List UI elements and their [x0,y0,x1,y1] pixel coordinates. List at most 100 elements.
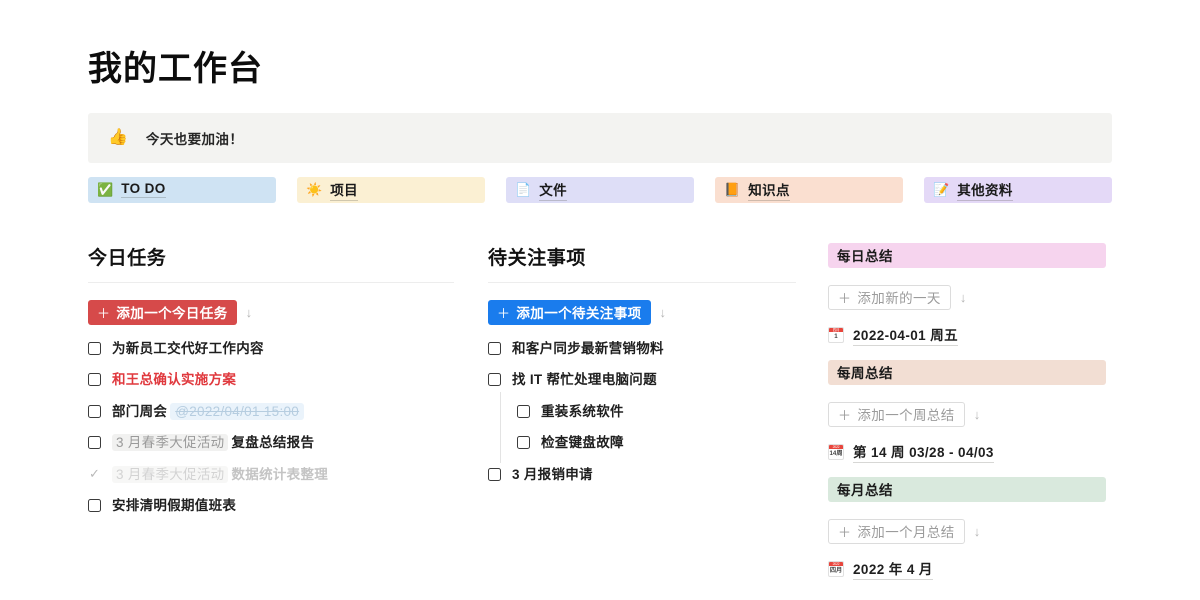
tab-label: 知识点 [748,179,790,201]
panel-header: 每周总结 [828,360,1106,385]
task-label: 和客户同步最新营销物料 [512,341,664,356]
panel-header: 每月总结 [828,477,1106,502]
summary-panel: 每周总结 ＋ 添加一个周总结 ↓ 202214周第 14 周 03/28 - 04/03 [828,360,1106,463]
task-text: 找 IT 帮忙处理电脑问题 [512,370,657,390]
task-checkbox[interactable] [488,342,501,355]
task-checkbox[interactable] [517,436,530,449]
task-checkmark-icon[interactable]: ✓ [88,467,101,480]
today-add-dropdown-icon[interactable]: ↓ [246,306,253,319]
callout-text: 今天也要加油！ [146,128,243,148]
columns-layout: 今日任务 ＋ 添加一个今日任务 ↓ 为新员工交代好工作内容和王总确认实施方案部门… [88,243,1112,594]
task-row[interactable]: 3 月报销申请 [488,459,796,491]
task-text: 和王总确认实施方案 [112,370,236,390]
watch-add-dropdown-icon[interactable]: ↓ [660,306,667,319]
panel-add-button[interactable]: ＋ 添加一个周总结 [828,402,965,427]
tab-strip: ✅TO DO ☀️ 项目 📄文件 📙知识点 📝 其他资料 [88,177,1112,203]
plus-icon: ＋ [838,288,851,307]
panel-add-label: 添加新的一天 [857,287,940,307]
panel-title: 每月总结 [837,479,893,499]
task-row[interactable]: 和客户同步最新营销物料 [488,333,796,365]
calendar-icon[interactable]: 四月1 [828,327,844,343]
panel-add-label: 添加一个月总结 [857,521,954,541]
today-add-row: ＋ 添加一个今日任务 ↓ [88,300,454,325]
task-checkbox[interactable] [88,436,101,449]
task-label: 找 IT 帮忙处理电脑问题 [512,372,657,387]
panel-add-dropdown-icon[interactable]: ↓ [974,408,981,421]
summary-panel: 每日总结 ＋ 添加新的一天 ↓ 四月1 2022-04-01 周五 [828,243,1106,346]
tab-知识点[interactable]: 📙知识点 [715,177,903,203]
panel-entry: 2022四月 2022 年 4 月 [828,558,1106,580]
task-text: 部门周会@2022/04/01 15:00 [112,402,304,422]
panel-add-row: ＋ 添加一个月总结 ↓ [828,519,1106,544]
task-row[interactable]: 找 IT 帮忙处理电脑问题 [488,364,796,396]
task-text: 3 月春季大促活动数据统计表整理 [112,465,328,485]
task-row[interactable]: ✓ 3 月春季大促活动数据统计表整理 [88,459,454,491]
task-row[interactable]: 安排清明假期值班表 [88,490,454,522]
add-watch-item-label: 添加一个待关注事项 [516,302,641,322]
panel-add-button[interactable]: ＋ 添加一个月总结 [828,519,965,544]
task-checkbox[interactable] [88,405,101,418]
watch-task-list: 和客户同步最新营销物料找 IT 帮忙处理电脑问题重装系统软件检查键盘故障 3 月报… [488,333,796,491]
task-checkbox[interactable] [88,373,101,386]
watch-section-title: 待关注事项 [488,243,796,270]
add-watch-item-button[interactable]: ＋ 添加一个待关注事项 [488,300,651,325]
tab-项目[interactable]: ☀️ 项目 [297,177,485,203]
panel-entry-text[interactable]: 2022-04-01 周五 [853,324,958,346]
task-row[interactable]: 检查键盘故障 [517,427,796,459]
task-row[interactable]: 和王总确认实施方案 [88,364,454,396]
tab-其他资料[interactable]: 📝 其他资料 [924,177,1112,203]
plus-icon: ＋ [838,405,851,424]
check-mark-button-emoji: ✅ [97,183,113,196]
page-facing-up-emoji: 📄 [515,183,531,196]
panel-add-row: ＋ 添加一个周总结 ↓ [828,402,1106,427]
watch-divider [488,282,796,283]
panel-entry-text[interactable]: 第 14 周 03/28 - 04/03 [853,441,994,463]
panel-title: 每周总结 [837,362,893,382]
task-row[interactable]: 3 月春季大促活动复盘总结报告 [88,427,454,459]
task-checkbox[interactable] [488,373,501,386]
task-text: 重装系统软件 [541,402,624,422]
calendar-icon[interactable]: 202214周 [828,444,844,460]
add-today-task-label: 添加一个今日任务 [116,302,227,322]
task-label: 部门周会 [112,404,167,419]
sun-emoji: ☀️ [306,183,322,196]
task-checkbox[interactable] [88,499,101,512]
callout-banner: 👍 今天也要加油！ [88,113,1112,163]
task-text: 检查键盘故障 [541,433,624,453]
add-today-task-button[interactable]: ＋ 添加一个今日任务 [88,300,237,325]
task-checkbox[interactable] [517,405,530,418]
task-label: 和王总确认实施方案 [112,372,236,387]
plus-icon: ＋ [838,522,851,541]
tab-label: 其他资料 [957,179,1013,201]
memo-emoji: 📝 [933,183,949,196]
task-row[interactable]: 部门周会@2022/04/01 15:00 [88,396,454,428]
panel-add-dropdown-icon[interactable]: ↓ [960,291,967,304]
panel-add-button[interactable]: ＋ 添加新的一天 [828,285,951,310]
today-section-title: 今日任务 [88,243,454,270]
panel-add-dropdown-icon[interactable]: ↓ [974,525,981,538]
panel-add-label: 添加一个周总结 [857,404,954,424]
calendar-icon-body: 四月 [829,566,843,576]
task-text: 和客户同步最新营销物料 [512,339,664,359]
task-label: 复盘总结报告 [231,435,314,450]
calendar-icon-body: 1 [829,332,843,342]
task-checkbox[interactable] [488,468,501,481]
task-checkbox[interactable] [88,342,101,355]
summary-column: 每日总结＋添加新的一天↓四月12022-04-01 周五每周总结＋添加一个周总结… [828,243,1106,594]
plus-icon: ＋ [97,303,110,322]
calendar-icon-body: 14周 [829,449,843,459]
task-text: 为新员工交代好工作内容 [112,339,264,359]
today-column: 今日任务 ＋ 添加一个今日任务 ↓ 为新员工交代好工作内容和王总确认实施方案部门… [88,243,488,594]
panel-entry: 四月1 2022-04-01 周五 [828,324,1106,346]
task-row[interactable]: 为新员工交代好工作内容 [88,333,454,365]
task-label: 安排清明假期值班表 [112,498,236,513]
panel-header: 每日总结 [828,243,1106,268]
tab-to-do[interactable]: ✅TO DO [88,177,276,203]
tab-label: 项目 [330,179,358,201]
task-row[interactable]: 重装系统软件 [517,396,796,428]
today-divider [88,282,454,283]
calendar-icon[interactable]: 2022四月 [828,561,844,577]
panel-entry-text[interactable]: 2022 年 4 月 [853,558,933,580]
tab-文件[interactable]: 📄文件 [506,177,694,203]
today-task-list: 为新员工交代好工作内容和王总确认实施方案部门周会@2022/04/01 15:0… [88,333,454,522]
